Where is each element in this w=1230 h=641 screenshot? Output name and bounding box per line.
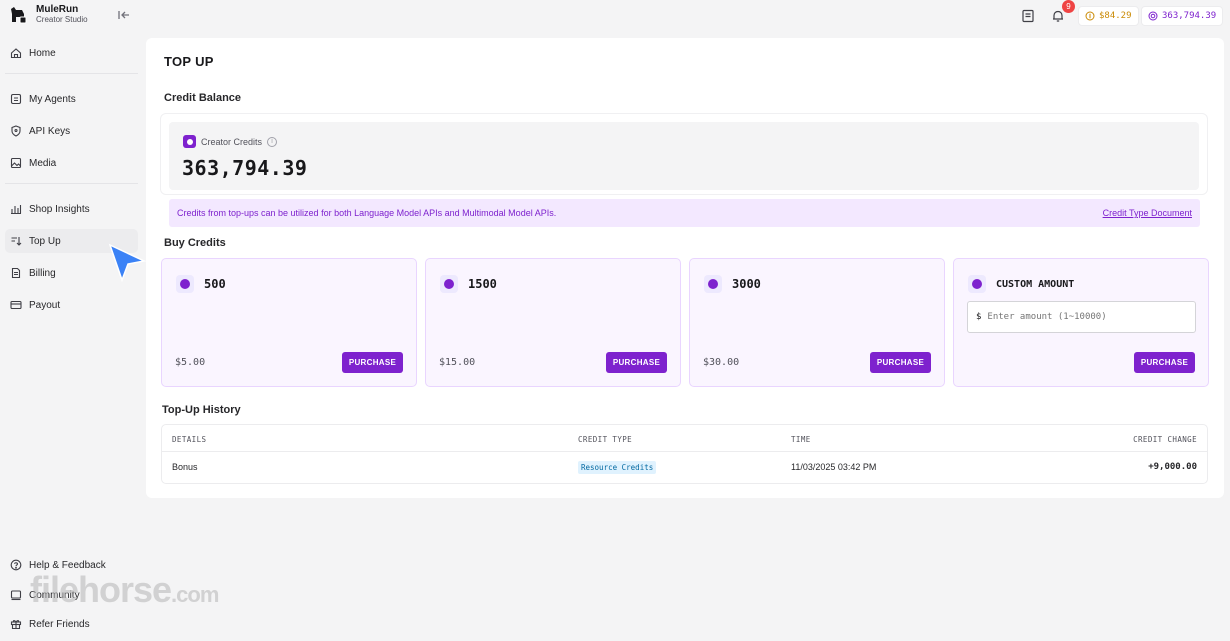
package-price: $30.00	[703, 357, 740, 368]
credit-balance-pill[interactable]: 363,794.39	[1141, 6, 1224, 26]
sidebar-item-label: Top Up	[29, 235, 61, 247]
bell-icon[interactable]	[1051, 9, 1065, 23]
card-icon	[10, 300, 22, 310]
column-header-details: DETAILS	[172, 435, 207, 444]
package-amount: 500	[204, 277, 226, 291]
sidebar-item-api-keys[interactable]: API Keys	[5, 119, 138, 143]
credit-type-badge: Resource Credits	[578, 461, 657, 474]
coin-icon	[1085, 11, 1095, 21]
sidebar-item-media[interactable]: Media	[5, 151, 138, 175]
sidebar-item-shop-insights[interactable]: Shop Insights	[5, 197, 138, 221]
community-icon	[10, 590, 22, 601]
bar-chart-icon	[11, 205, 22, 215]
top-up-history-title: Top-Up History	[162, 404, 241, 416]
credit-balance: 363,794.39	[1162, 11, 1217, 21]
usd-balance: $84.29	[1099, 11, 1132, 21]
purchase-button[interactable]: PURCHASE	[870, 352, 931, 373]
agents-icon	[10, 93, 22, 105]
custom-amount-input[interactable]	[987, 312, 1178, 322]
package-card-1500[interactable]: 1500 $15.00 PURCHASE	[425, 258, 681, 387]
main-panel: TOP UP Credit Balance Creator Credits i …	[146, 38, 1224, 498]
watermark: filehorse.com	[30, 569, 219, 610]
image-icon	[10, 157, 22, 169]
divider	[5, 73, 138, 74]
credits-coin-icon	[176, 275, 194, 293]
document-icon	[11, 267, 21, 279]
creator-credits-icon	[183, 135, 196, 148]
sidebar-item-label: Shop Insights	[29, 203, 90, 215]
custom-amount-title: CUSTOM AMOUNT	[996, 278, 1075, 290]
brand[interactable]: MuleRun Creator Studio	[8, 4, 88, 25]
collapse-sidebar-icon[interactable]	[117, 8, 131, 22]
sidebar: MuleRun Creator Studio Home My Agents AP…	[0, 0, 145, 641]
credit-info-text: Credits from top-ups can be utilized for…	[177, 208, 557, 218]
sidebar-item-label: Billing	[29, 267, 56, 279]
buy-credits-title: Buy Credits	[164, 237, 226, 249]
column-header-time: TIME	[791, 435, 811, 444]
creator-credits-label: Creator Credits	[201, 136, 263, 147]
purchase-button[interactable]: PURCHASE	[1134, 352, 1195, 373]
credits-coin-icon	[440, 275, 458, 293]
sidebar-item-my-agents[interactable]: My Agents	[5, 87, 138, 111]
help-icon	[10, 559, 22, 571]
page-title: TOP UP	[164, 54, 214, 69]
sidebar-item-label: API Keys	[29, 125, 71, 137]
column-header-credit-type: CREDIT TYPE	[578, 435, 633, 444]
package-card-500[interactable]: 500 $5.00 PURCHASE	[161, 258, 417, 387]
gift-icon	[10, 620, 22, 630]
sidebar-item-home[interactable]: Home	[5, 41, 138, 65]
top-up-history-table: DETAILS CREDIT TYPE TIME CREDIT CHANGE B…	[161, 424, 1208, 484]
credit-type-document-link[interactable]: Credit Type Document	[1103, 208, 1192, 218]
row-details: Bonus	[172, 462, 198, 472]
sidebar-item-label: My Agents	[29, 93, 76, 105]
credit-icon	[1148, 11, 1158, 21]
docs-icon[interactable]	[1021, 9, 1035, 23]
package-amount: 3000	[732, 277, 761, 291]
home-icon	[10, 48, 22, 59]
credit-info-banner: Credits from top-ups can be utilized for…	[169, 199, 1200, 227]
credit-balance-title: Credit Balance	[164, 92, 242, 104]
package-price: $15.00	[439, 357, 476, 368]
mouse-pointer-icon	[108, 243, 147, 283]
mulerun-logo-icon	[11, 6, 27, 23]
sidebar-item-label: Home	[29, 47, 56, 59]
currency-symbol: $	[976, 312, 982, 322]
usd-balance-pill[interactable]: $84.29	[1078, 6, 1139, 26]
sidebar-item-label: Media	[29, 157, 57, 169]
shield-icon	[11, 125, 21, 137]
notification-count-badge: 9	[1062, 0, 1075, 13]
app-name: MuleRun	[36, 4, 79, 15]
purchase-button[interactable]: PURCHASE	[342, 352, 403, 373]
credits-coin-icon	[968, 275, 986, 293]
sidebar-item-refer[interactable]: Refer Friends	[10, 618, 90, 630]
package-price: $5.00	[175, 357, 206, 368]
app-subtitle: Creator Studio	[36, 15, 88, 24]
sidebar-item-label: Refer Friends	[29, 618, 90, 630]
divider	[162, 451, 1207, 452]
creator-credits-label-row: Creator Credits i	[183, 135, 278, 148]
row-time: 11/03/2025 03:42 PM	[791, 462, 877, 472]
package-amount: 1500	[468, 277, 497, 291]
custom-amount-field[interactable]: $	[967, 301, 1196, 333]
column-header-credit-change: CREDIT CHANGE	[1133, 435, 1197, 444]
sidebar-item-label: Payout	[29, 299, 61, 311]
row-credit-change: +9,000.00	[1148, 462, 1197, 472]
sidebar-item-payout[interactable]: Payout	[5, 293, 138, 317]
info-icon[interactable]: i	[267, 136, 278, 147]
creator-credits-value: 363,794.39	[182, 156, 308, 180]
top-up-icon	[11, 237, 22, 246]
credits-coin-icon	[704, 275, 722, 293]
purchase-button[interactable]: PURCHASE	[606, 352, 667, 373]
divider	[5, 183, 138, 184]
credit-balance-card: Creator Credits i 363,794.39	[160, 113, 1208, 195]
package-card-3000[interactable]: 3000 $30.00 PURCHASE	[689, 258, 945, 387]
package-card-custom[interactable]: CUSTOM AMOUNT $ PURCHASE	[953, 258, 1209, 387]
